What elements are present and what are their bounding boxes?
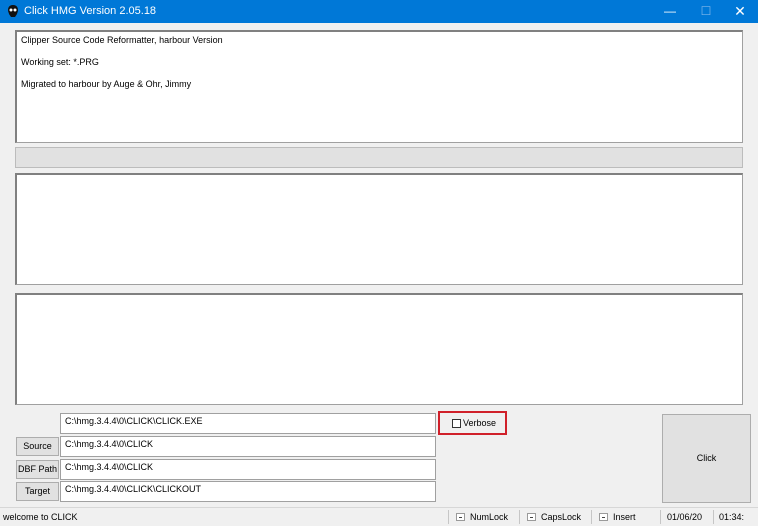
title-bar: Click HMG Version 2.05.18 — ☐ ✕ <box>0 0 758 23</box>
status-divider <box>591 510 592 524</box>
app-icon <box>8 5 18 17</box>
source-path-field[interactable]: C:\hmg.3.4.4\0\CLICK <box>60 436 436 457</box>
log-panel-top[interactable] <box>15 173 743 285</box>
status-divider <box>448 510 449 524</box>
info-line: Working set: *.PRG <box>21 57 99 67</box>
exe-path-field[interactable]: C:\hmg.3.4.4\0\CLICK\CLICK.EXE <box>60 413 436 434</box>
dbf-path-button[interactable]: DBF Path <box>16 460 59 479</box>
insert-indicator-icon <box>599 513 608 521</box>
verbose-label: Verbose <box>463 418 497 428</box>
click-button[interactable]: Click <box>662 414 751 503</box>
target-path-field[interactable]: C:\hmg.3.4.4\0\CLICK\CLICKOUT <box>60 481 436 502</box>
verbose-checkbox[interactable] <box>452 419 461 428</box>
close-icon[interactable]: ✕ <box>722 0 758 23</box>
progress-bar <box>15 147 743 168</box>
minimize-icon[interactable]: — <box>652 0 688 23</box>
status-bar: welcome to CLICK NumLock CapsLock Insert… <box>0 507 758 526</box>
status-divider <box>660 510 661 524</box>
capslock-label: CapsLock <box>541 512 582 522</box>
numlock-label: NumLock <box>470 512 509 522</box>
capslock-indicator-icon <box>527 513 536 521</box>
target-button[interactable]: Target <box>16 482 59 501</box>
info-line: Clipper Source Code Reformatter, harbour… <box>21 35 223 45</box>
maximize-icon[interactable]: ☐ <box>688 0 724 23</box>
status-date: 01/06/20 <box>667 512 703 522</box>
insert-label: Insert <box>613 512 636 522</box>
info-line: Migrated to harbour by Auge & Ohr, Jimmy <box>21 79 192 89</box>
status-message: welcome to CLICK <box>3 512 78 522</box>
window-title: Click HMG Version 2.05.18 <box>24 5 157 17</box>
info-panel: Clipper Source Code Reformatter, harbour… <box>15 30 743 143</box>
dbf-path-field[interactable]: C:\hmg.3.4.4\0\CLICK <box>60 459 436 480</box>
status-divider <box>713 510 714 524</box>
numlock-indicator-icon <box>456 513 465 521</box>
log-panel-bottom[interactable] <box>15 293 743 405</box>
status-time: 01:34: <box>719 512 745 522</box>
status-divider <box>519 510 520 524</box>
source-button[interactable]: Source <box>16 437 59 456</box>
verbose-option[interactable]: Verbose <box>438 411 507 435</box>
